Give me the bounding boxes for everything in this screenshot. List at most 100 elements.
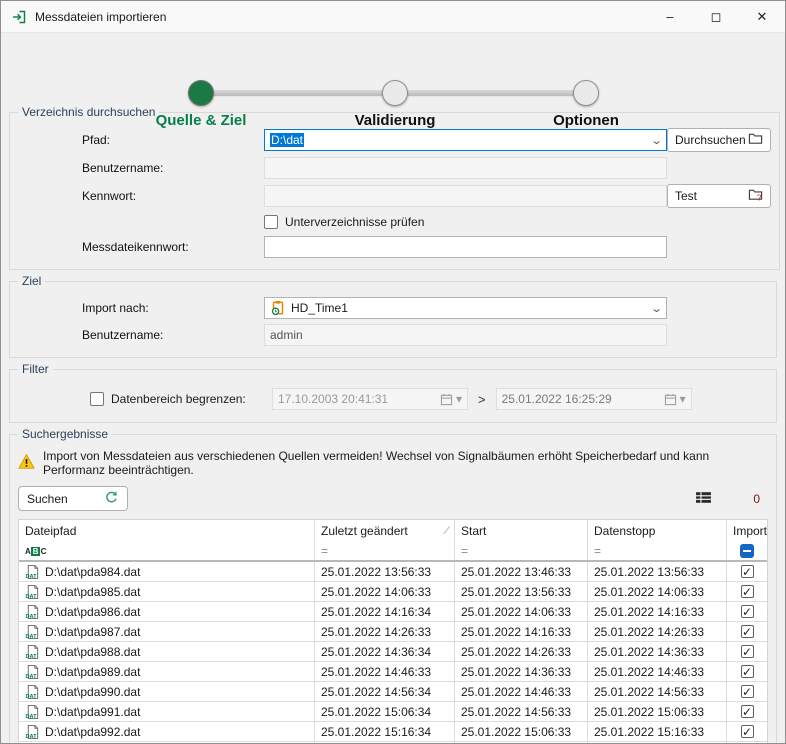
column-header-modified[interactable]: Zuletzt geändert ∕: [315, 520, 455, 540]
modified-cell: 25.01.2022 15:16:34: [315, 722, 455, 741]
import-checkbox[interactable]: ✓: [741, 705, 754, 718]
start-cell: 25.01.2022 14:56:33: [455, 702, 588, 721]
refresh-icon[interactable]: [104, 490, 119, 508]
target-username-field: admin: [264, 324, 667, 346]
svg-text:DAT: DAT: [25, 674, 37, 679]
target-group: Ziel Import nach: HD_Time1 ⌄ Benutzernam…: [9, 274, 777, 358]
import-cell: ✓: [727, 562, 767, 581]
filter-equals-modified[interactable]: =: [315, 540, 455, 560]
date-range-checkbox-label: Datenbereich begrenzen:: [111, 392, 246, 406]
start-cell: 25.01.2022 14:46:33: [455, 682, 588, 701]
dat-file-icon: DAT: [25, 584, 40, 599]
import-cell: ✓: [727, 682, 767, 701]
database-clock-icon: [270, 300, 286, 316]
warning-text: Import von Messdateien aus verschiedenen…: [43, 449, 768, 477]
file-table: Dateipfad Zuletzt geändert ∕ Start Daten…: [18, 519, 768, 744]
column-header-stop[interactable]: Datenstopp: [588, 520, 727, 540]
import-checkbox[interactable]: ✓: [741, 565, 754, 578]
results-group-title: Suchergebnisse: [18, 427, 112, 441]
svg-text:DAT: DAT: [25, 614, 37, 619]
minus-filter-icon: [740, 544, 754, 558]
import-checkbox[interactable]: ✓: [741, 665, 754, 678]
calendar-icon[interactable]: ▾: [664, 392, 686, 406]
browse-button[interactable]: Durchsuchen: [667, 128, 771, 152]
import-target-combobox[interactable]: HD_Time1 ⌄: [264, 297, 667, 319]
file-path: D:\dat\pda988.dat: [45, 645, 140, 659]
file-path: D:\dat\pda984.dat: [45, 565, 140, 579]
stop-cell: 25.01.2022 14:36:33: [588, 642, 727, 661]
table-row[interactable]: DATD:\dat\pda991.dat25.01.2022 15:06:342…: [19, 702, 767, 722]
maximize-button[interactable]: ◻: [693, 1, 739, 32]
filter-group: Filter Datenbereich begrenzen: 17.10.200…: [9, 362, 777, 423]
search-button[interactable]: Suchen: [18, 486, 128, 511]
file-table-body: DATD:\dat\pda984.dat25.01.2022 13:56:332…: [19, 562, 767, 744]
import-cell: ✓: [727, 722, 767, 741]
file-password-field[interactable]: [264, 236, 667, 258]
title-bar: Messdateien importieren – ◻ ✕: [1, 1, 785, 33]
import-checkbox[interactable]: ✓: [741, 585, 754, 598]
start-cell: 25.01.2022 14:36:33: [455, 662, 588, 681]
import-checkbox[interactable]: ✓: [741, 605, 754, 618]
table-row[interactable]: DATD:\dat\pda985.dat 25.01.2022 14:06:332…: [19, 582, 767, 602]
svg-text:DAT: DAT: [25, 694, 37, 699]
filter-import-flag[interactable]: [727, 540, 767, 560]
column-header-import[interactable]: Import...: [727, 520, 767, 540]
start-cell: 25.01.2022 15:06:33: [455, 722, 588, 741]
step-dot-source[interactable]: [188, 80, 214, 106]
table-row[interactable]: DATD:\dat\pda990.dat25.01.2022 14:56:342…: [19, 682, 767, 702]
close-button[interactable]: ✕: [739, 1, 785, 32]
import-checkbox[interactable]: ✓: [741, 725, 754, 738]
file-path: D:\dat\pda992.dat: [45, 725, 140, 739]
modified-cell: 25.01.2022 14:46:33: [315, 662, 455, 681]
filter-text-icon[interactable]: ABC: [19, 540, 315, 560]
modified-cell: 25.01.2022 14:36:34: [315, 642, 455, 661]
column-header-path[interactable]: Dateipfad: [19, 520, 315, 540]
start-cell: 25.01.2022 13:56:33: [455, 582, 588, 601]
import-checkbox[interactable]: ✓: [741, 685, 754, 698]
svg-text:DAT: DAT: [25, 594, 37, 599]
filter-equals-stop[interactable]: =: [588, 540, 727, 560]
chevron-down-icon[interactable]: ⌄: [650, 134, 663, 147]
modified-cell: 25.01.2022 14:16:34: [315, 602, 455, 621]
path-label: Pfad:: [82, 133, 264, 147]
table-row[interactable]: DATD:\dat\pda989.dat25.01.2022 14:46:332…: [19, 662, 767, 682]
start-cell: 25.01.2022 14:06:33: [455, 602, 588, 621]
results-group: Suchergebnisse Import von Messdateien au…: [9, 427, 777, 744]
filter-equals-start[interactable]: =: [455, 540, 588, 560]
window-title: Messdateien importieren: [35, 10, 166, 24]
table-row[interactable]: DATD:\dat\pda986.dat25.01.2022 14:16:342…: [19, 602, 767, 622]
modified-cell: 25.01.2022 14:26:33: [315, 622, 455, 641]
file-path: D:\dat\pda987.dat: [45, 625, 140, 639]
stop-cell: 25.01.2022 13:56:33: [588, 562, 727, 581]
stop-cell: 25.01.2022 14:16:33: [588, 602, 727, 621]
chevron-down-icon[interactable]: ⌄: [650, 302, 663, 315]
table-view-icon[interactable]: [695, 489, 712, 509]
dat-file-icon: DAT: [25, 704, 40, 719]
column-header-start[interactable]: Start: [455, 520, 588, 540]
test-button[interactable]: Test ?: [667, 184, 771, 208]
file-path-cell: DATD:\dat\pda985.dat: [19, 582, 315, 601]
table-row[interactable]: DAT D:\dat\pda988.dat 25.01.2022 14:36:34 2…: [19, 642, 767, 662]
step-label-source: Quelle & Ziel: [111, 112, 291, 129]
minimize-button[interactable]: –: [647, 1, 693, 32]
import-checkbox[interactable]: ✓: [741, 625, 754, 638]
date-range-checkbox[interactable]: [90, 392, 104, 406]
stop-cell: 25.01.2022 14:46:33: [588, 662, 727, 681]
subdirs-checkbox[interactable]: [264, 215, 278, 229]
table-row[interactable]: DATD:\dat\pda987.dat25.01.2022 14:26:332…: [19, 622, 767, 642]
step-label-validation: Validierung: [305, 112, 485, 129]
step-dot-options[interactable]: [573, 80, 599, 106]
table-row[interactable]: DATD:\dat\pda984.dat25.01.2022 13:56:332…: [19, 562, 767, 582]
file-table-header: Dateipfad Zuletzt geändert ∕ Start Daten…: [19, 520, 767, 562]
import-checkbox[interactable]: ✓: [741, 645, 754, 658]
source-username-field: [264, 157, 667, 179]
import-cell: ✓: [727, 662, 767, 681]
dat-file-icon: DAT: [25, 644, 40, 659]
stop-cell: 25.01.2022 14:56:33: [588, 682, 727, 701]
calendar-icon[interactable]: ▾: [440, 392, 462, 406]
path-combobox[interactable]: D:\dat ⌄: [264, 129, 667, 151]
step-dot-validation[interactable]: [382, 80, 408, 106]
dat-file-icon: DAT: [25, 664, 40, 679]
table-row[interactable]: DATD:\dat\pda992.dat25.01.2022 15:16:342…: [19, 722, 767, 742]
stop-cell: 25.01.2022 14:06:33: [588, 582, 727, 601]
